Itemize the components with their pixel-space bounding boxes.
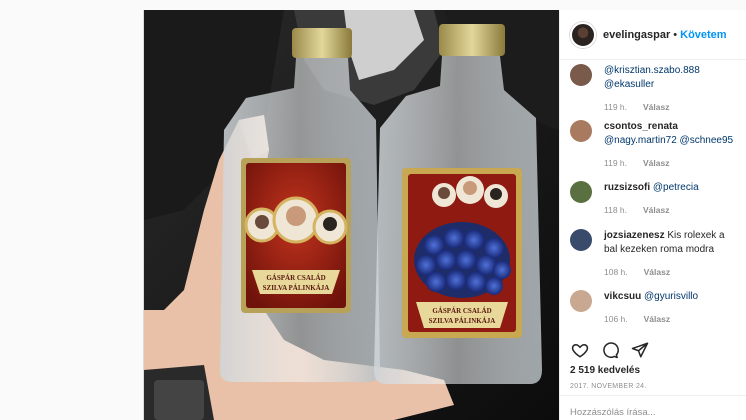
reply-button[interactable]: Válasz [643,205,669,215]
comment-time[interactable]: 119 h. [604,158,627,168]
paper-plane-icon[interactable] [630,340,650,360]
reply-button[interactable]: Válasz [644,314,670,324]
comment-time[interactable]: 108 h. [604,267,628,277]
instagram-post-page: GÁSPÁR CSALÁD SZILVA PÁLINKÁJA GÁSPÁR CS… [0,0,746,420]
commenter-username[interactable]: vikcsuu [604,291,641,302]
post-card: GÁSPÁR CSALÁD SZILVA PÁLINKÁJA GÁSPÁR CS… [143,10,746,420]
reply-button[interactable]: Válasz [643,102,669,112]
heart-icon[interactable] [570,340,590,360]
commenter-avatar[interactable] [570,229,592,251]
post-sidebar: evelingaspar • Követem @krisztian.szabo.… [559,10,746,420]
comment-text[interactable]: @krisztian.szabo.888 @ekasuller [604,65,700,90]
separator-dot: • [673,28,678,41]
reply-button[interactable]: Válasz [643,158,669,168]
comment-text[interactable]: @nagy.martin72 @schnee95 [604,135,733,146]
like-count[interactable]: 2 519 kedvelés [570,365,640,376]
svg-text:SZILVA PÁLINKÁJA: SZILVA PÁLINKÁJA [429,317,496,325]
commenter-avatar[interactable] [570,290,592,312]
comment-time[interactable]: 106 h. [604,314,628,324]
commenter-username[interactable]: jozsiazenesz [604,230,665,241]
commenter-username[interactable]: csontos_renata [604,121,678,132]
follow-button[interactable]: Követem [680,29,726,41]
action-bar [570,340,650,360]
comment-item: ruzsizsofi @petrecia 118 h. Válasz [570,181,746,215]
post-date[interactable]: 2017. NOVEMBER 24. [570,383,647,390]
right-label-text: GÁSPÁR CSALÁD [432,307,491,315]
comment-time[interactable]: 119 h. [604,102,627,112]
add-comment-bar [560,395,746,420]
comment-item: vikcsuu @gyurisvillo 106 h. Válasz [570,290,746,324]
comment-text[interactable]: @petrecia [653,182,699,193]
left-label-text: GÁSPÁR CSALÁD [266,274,325,282]
commenter-avatar[interactable] [570,181,592,203]
commenter-avatar[interactable] [570,120,592,142]
commenter-username[interactable]: ruzsizsofi [604,182,650,193]
author-avatar[interactable] [570,21,596,48]
post-header: evelingaspar • Követem [560,10,746,60]
author-username[interactable]: evelingaspar [603,29,670,41]
commenter-avatar[interactable] [570,64,592,86]
reply-button[interactable]: Válasz [644,267,670,277]
photo-illustration: GÁSPÁR CSALÁD SZILVA PÁLINKÁJA GÁSPÁR CS… [144,10,559,420]
comment-time[interactable]: 118 h. [604,205,627,215]
comment-item: jozsiazenesz Kis rolexek a bal kezeken r… [570,229,746,277]
comment-text[interactable]: @gyurisvillo [644,291,698,302]
comment-input[interactable] [560,396,746,420]
comment-item: @krisztian.szabo.888 @ekasuller 119 h. Vá… [570,64,746,112]
comment-list: @krisztian.szabo.888 @ekasuller 119 h. Vá… [560,60,746,332]
post-photo[interactable]: GÁSPÁR CSALÁD SZILVA PÁLINKÁJA GÁSPÁR CS… [144,10,559,420]
svg-text:SZILVA PÁLINKÁJA: SZILVA PÁLINKÁJA [263,284,330,292]
comment-bubble-icon[interactable] [600,340,620,360]
comment-item: csontos_renata @nagy.martin72 @schnee95 … [570,120,746,168]
